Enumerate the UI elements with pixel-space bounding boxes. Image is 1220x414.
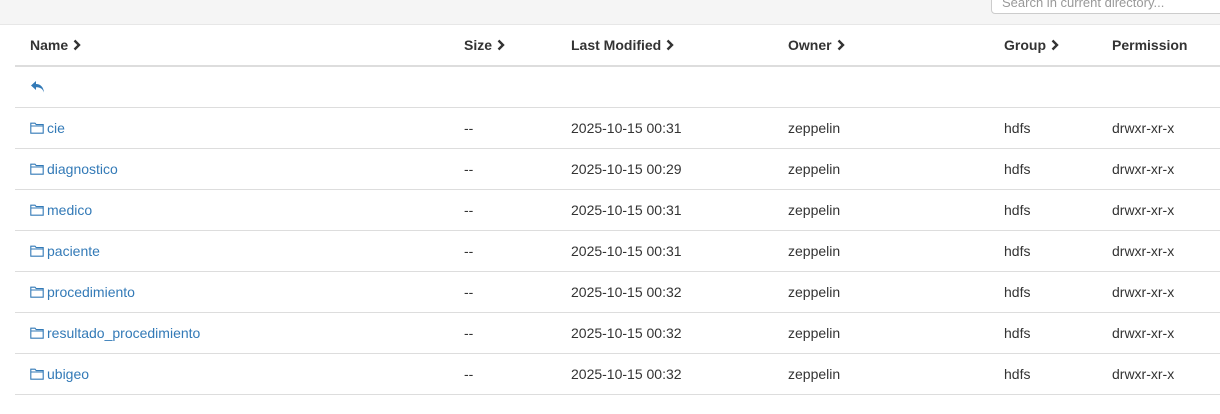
last-modified-cell: 2025-10-15 00:31 (571, 243, 682, 259)
chevron-right-icon (497, 39, 505, 51)
directory-name: paciente (47, 243, 100, 259)
table-row: ubigeo -- 2025-10-15 00:32 zeppelin hdfs drwx… (15, 354, 1220, 395)
directory-name-cell: medico (30, 190, 92, 230)
size-cell: -- (464, 243, 474, 259)
sort-by-group-header[interactable]: Group (1004, 25, 1061, 65)
folder-icon (30, 245, 44, 257)
permission-cell: drwxr-xr-x (1112, 161, 1175, 177)
group-cell: hdfs (1004, 243, 1031, 259)
directory-name: resultado_procedimiento (47, 325, 201, 341)
directory-link[interactable]: resultado_procedimiento (30, 325, 200, 341)
directory-link[interactable]: paciente (30, 243, 100, 259)
sort-by-owner-header[interactable]: Owner (788, 25, 847, 65)
sort-by-size-header[interactable]: Size (464, 25, 507, 65)
directory-link[interactable]: diagnostico (30, 161, 118, 177)
permission-cell: drwxr-xr-x (1112, 325, 1175, 341)
name-header-label: Name (30, 37, 69, 53)
chevron-right-icon (73, 39, 81, 51)
folder-icon (30, 368, 44, 380)
group-cell: hdfs (1004, 325, 1031, 341)
top-toolbar (0, 0, 1220, 25)
size-cell: -- (464, 161, 474, 177)
directory-name: procedimiento (47, 284, 135, 300)
permission-cell: drwxr-xr-x (1112, 284, 1175, 300)
permission-cell: drwxr-xr-x (1112, 202, 1175, 218)
table-row: resultado_procedimiento -- 2025-10-15 00:3… (15, 313, 1220, 354)
group-header-label: Group (1004, 37, 1046, 53)
directory-name: cie (47, 120, 65, 136)
reply-arrow-icon[interactable] (30, 80, 46, 94)
table-row: paciente -- 2025-10-15 00:31 zeppelin hdfs dr… (15, 231, 1220, 272)
directory-link[interactable]: cie (30, 120, 65, 136)
last-modified-header-label: Last Modified (571, 37, 662, 53)
size-header-label: Size (464, 37, 493, 53)
table-header: Name Size Last Modified Owner Group Perm… (15, 25, 1220, 67)
directory-name: diagnostico (47, 161, 118, 177)
size-cell: -- (464, 284, 474, 300)
last-modified-cell: 2025-10-15 00:32 (571, 366, 682, 382)
directory-name-cell: paciente (30, 231, 100, 271)
last-modified-cell: 2025-10-15 00:31 (571, 202, 682, 218)
directory-link[interactable]: procedimiento (30, 284, 135, 300)
chevron-right-icon (1051, 39, 1059, 51)
directory-name-cell: procedimiento (30, 272, 135, 312)
table-row: cie -- 2025-10-15 00:31 zeppelin hdfs drwxr-x… (15, 108, 1220, 149)
table-row: diagnostico -- 2025-10-15 00:29 zeppelin hdf… (15, 149, 1220, 190)
chevron-right-icon (837, 39, 845, 51)
last-modified-cell: 2025-10-15 00:31 (571, 120, 682, 136)
directory-name-cell: diagnostico (30, 149, 118, 189)
folder-icon (30, 122, 44, 134)
owner-cell: zeppelin (788, 243, 841, 259)
folder-icon (30, 327, 44, 339)
table-row: medico -- 2025-10-15 00:31 zeppelin hdfs drwx… (15, 190, 1220, 231)
directory-name-cell: cie (30, 108, 65, 148)
directory-name-cell: ubigeo (30, 354, 89, 394)
group-cell: hdfs (1004, 161, 1031, 177)
last-modified-cell: 2025-10-15 00:32 (571, 325, 682, 341)
group-cell: hdfs (1004, 202, 1031, 218)
size-cell: -- (464, 202, 474, 218)
size-cell: -- (464, 325, 474, 341)
owner-cell: zeppelin (788, 120, 841, 136)
last-modified-cell: 2025-10-15 00:32 (571, 284, 682, 300)
last-modified-cell: 2025-10-15 00:29 (571, 161, 682, 177)
group-cell: hdfs (1004, 366, 1031, 382)
folder-icon (30, 163, 44, 175)
owner-cell: zeppelin (788, 202, 841, 218)
search-input[interactable] (991, 0, 1220, 14)
permission-cell: drwxr-xr-x (1112, 243, 1175, 259)
parent-directory-row (15, 67, 1220, 108)
size-cell: -- (464, 120, 474, 136)
file-rows: cie -- 2025-10-15 00:31 zeppelin hdfs drwxr-x… (15, 108, 1220, 395)
sort-by-name-header[interactable]: Name (30, 25, 83, 65)
table-row: procedimiento -- 2025-10-15 00:32 zeppelin h… (15, 272, 1220, 313)
directory-link[interactable]: medico (30, 202, 92, 218)
permission-header: Permission (1112, 25, 1187, 65)
directory-name: ubigeo (47, 366, 90, 382)
size-cell: -- (464, 366, 474, 382)
permission-cell: drwxr-xr-x (1112, 120, 1175, 136)
directory-name-cell: resultado_procedimiento (30, 313, 200, 353)
owner-cell: zeppelin (788, 366, 841, 382)
directory-name: medico (47, 202, 93, 218)
folder-icon (30, 204, 44, 216)
group-cell: hdfs (1004, 284, 1031, 300)
owner-header-label: Owner (788, 37, 832, 53)
permission-header-label: Permission (1112, 37, 1188, 53)
directory-link[interactable]: ubigeo (30, 366, 89, 382)
permission-cell: drwxr-xr-x (1112, 366, 1175, 382)
folder-icon (30, 286, 44, 298)
owner-cell: zeppelin (788, 161, 841, 177)
sort-by-last-modified-header[interactable]: Last Modified (571, 25, 676, 65)
file-table: Name Size Last Modified Owner Group Perm… (15, 25, 1220, 395)
owner-cell: zeppelin (788, 325, 841, 341)
owner-cell: zeppelin (788, 284, 841, 300)
chevron-right-icon (666, 39, 674, 51)
group-cell: hdfs (1004, 120, 1031, 136)
